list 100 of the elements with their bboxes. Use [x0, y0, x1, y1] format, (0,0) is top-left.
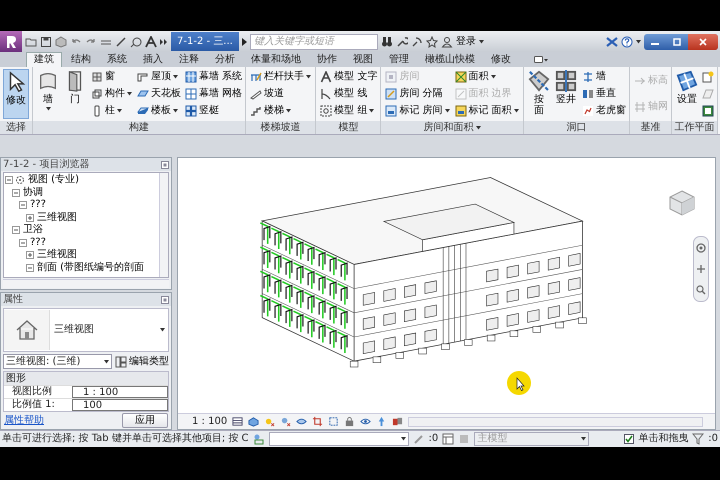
tree-item[interactable]: 剖面 (带图纸编号的剖面	[36, 262, 146, 274]
ribbon-tool-button[interactable]: 老虎窗	[580, 104, 626, 118]
tree-item[interactable]: 三维视图	[36, 249, 78, 262]
visual-style-icon[interactable]	[248, 416, 260, 427]
ribbon-tool-button[interactable]: 房间 分隔	[384, 86, 451, 102]
ribbon-tool-button[interactable]: 墙	[580, 70, 626, 84]
lock-icon[interactable]	[344, 416, 356, 427]
ribbon-tool-button[interactable]: 标记 面积	[454, 104, 520, 118]
horizontal-scrollbar[interactable]	[3, 279, 169, 288]
ribbon-tool-button[interactable]: 修改	[3, 69, 29, 119]
ribbon-tab[interactable]: 注释	[172, 52, 206, 67]
component-icon	[91, 88, 103, 100]
ribbon-tab[interactable]: 体量和场地	[244, 52, 308, 67]
help-link[interactable]: 属性帮助	[4, 414, 44, 426]
ribbon-tab[interactable]: 协作	[310, 52, 344, 67]
click-drag-checkbox[interactable]	[624, 434, 634, 444]
collapse-toggle-icon[interactable]	[12, 188, 20, 197]
sync-icon	[55, 36, 67, 48]
reference-plane-icon	[702, 88, 714, 100]
close-icon[interactable]	[161, 160, 169, 168]
crop-icon[interactable]	[312, 416, 324, 427]
ribbon-tool-button[interactable]: 天花板	[136, 86, 181, 102]
ribbon-tool-button[interactable]: 屋顶	[136, 70, 181, 84]
ribbon-toggle-icon[interactable]	[534, 56, 548, 64]
ribbon-tab[interactable]: 系统	[100, 52, 134, 67]
ribbon-tool-button[interactable]: 设置	[674, 69, 699, 119]
ribbon-tab[interactable]: 管理	[382, 52, 416, 67]
ribbon-tool-button[interactable]: 模型 文字	[319, 70, 378, 84]
ribbon-tool-button[interactable]: 墙	[36, 69, 60, 119]
expand-toggle-icon[interactable]	[26, 251, 34, 260]
ribbon-tool-button[interactable]: 竖梃	[184, 104, 242, 118]
detail-level-icon[interactable]	[232, 416, 244, 427]
type-selector[interactable]: 三维视图	[3, 308, 169, 352]
curtain-system-icon	[185, 71, 197, 83]
ribbon-tab[interactable]: 结构	[64, 52, 98, 67]
ribbon-tool-button[interactable]: 竖井	[554, 69, 578, 119]
close-icon[interactable]	[161, 296, 169, 304]
collapse-toggle-icon[interactable]	[19, 238, 27, 247]
steering-wheel-icon[interactable]	[696, 242, 706, 253]
ribbon-tab[interactable]: 建筑	[26, 52, 62, 67]
ribbon-tool-button[interactable]: 按面	[526, 69, 551, 119]
ribbon-tab[interactable]: 橄榄山快模	[418, 52, 482, 67]
view-cube-icon[interactable]	[667, 188, 697, 218]
filter-icon	[692, 433, 704, 445]
more-icon	[160, 38, 168, 46]
sun-path-icon[interactable]	[264, 416, 276, 427]
property-value-field[interactable]: 100	[72, 399, 168, 411]
ribbon-tool-button[interactable]: 门	[63, 69, 87, 119]
property-value-field[interactable]: 1 : 100	[72, 386, 168, 398]
horizontal-scrollbar[interactable]	[408, 416, 703, 426]
ribbon-tool-button[interactable]: 垂直	[580, 86, 626, 102]
ribbon-tool-button[interactable]: 模型 组	[319, 104, 378, 118]
ribbon-tool-button[interactable]: 栏杆扶手	[249, 70, 312, 84]
ribbon-tool-button[interactable]: 幕墙 网格	[184, 86, 242, 102]
ribbon-tool-button[interactable]: 楼梯	[249, 104, 312, 118]
application-menu-button[interactable]	[0, 31, 22, 52]
ribbon-tab[interactable]: 视图	[346, 52, 380, 67]
ribbon-tool-button[interactable]: 幕墙 系统	[184, 70, 242, 84]
collapse-toggle-icon[interactable]	[12, 226, 20, 234]
edit-type-button[interactable]: 编辑类型	[115, 356, 169, 368]
search-field[interactable]: 键入关键字或短语	[250, 34, 378, 50]
render-icon[interactable]	[296, 416, 308, 427]
close-button[interactable]	[688, 34, 718, 50]
sign-in-button[interactable]: 登录	[456, 36, 476, 48]
view-scale[interactable]: 1 : 100	[192, 416, 228, 428]
ribbon-tool-button[interactable]: 面积	[454, 70, 520, 84]
ribbon-tool-button[interactable]: 坡道	[249, 86, 312, 102]
view-selector-dropdown[interactable]: 三维视图: (三维)	[3, 354, 112, 369]
collapse-toggle-icon[interactable]	[19, 201, 27, 210]
collapse-toggle-icon[interactable]	[5, 176, 13, 184]
tree-item[interactable]: 协调	[22, 186, 44, 199]
wall-opening-icon	[582, 71, 594, 83]
railing-icon	[250, 71, 262, 83]
zoom-icon[interactable]	[696, 285, 706, 296]
tree-item[interactable]: ???	[29, 236, 47, 249]
vertical-scrollbar[interactable]	[159, 173, 168, 277]
ribbon-tab[interactable]: 分析	[208, 52, 242, 67]
tree-item[interactable]: 视图 (专业)	[27, 174, 80, 186]
ribbon-tab[interactable]: 修改	[484, 52, 518, 67]
ribbon-tool-button[interactable]: 柱	[90, 104, 133, 118]
shadows-icon[interactable]	[280, 416, 292, 427]
expand-toggle-icon[interactable]	[26, 214, 34, 222]
ribbon-tool-button[interactable]: 标记 房间	[384, 104, 451, 118]
tree-item[interactable]: 卫浴	[22, 224, 44, 236]
ribbon-tool-button[interactable]: 构件	[90, 86, 133, 102]
crop-region-icon[interactable]	[328, 416, 340, 427]
ribbon-tool-button[interactable]: 模型 线	[319, 86, 378, 102]
panel-label: 工作平面	[674, 122, 714, 134]
ribbon-tool-button[interactable]: 楼板	[136, 104, 181, 118]
pan-icon[interactable]	[696, 264, 706, 274]
caret-icon	[636, 40, 641, 44]
tree-item[interactable]: 三维视图	[36, 212, 78, 224]
face-opening-icon	[528, 70, 550, 92]
analysis-icon[interactable]	[392, 416, 404, 427]
collapse-toggle-icon[interactable]	[26, 264, 34, 272]
apply-button[interactable]: 应用	[122, 413, 168, 428]
ribbon-tab[interactable]: 插入	[136, 52, 170, 67]
hide-isolate-icon[interactable]	[360, 416, 372, 427]
ribbon-tool-button[interactable]: 窗	[90, 70, 133, 84]
tree-item[interactable]: ???	[29, 199, 47, 212]
